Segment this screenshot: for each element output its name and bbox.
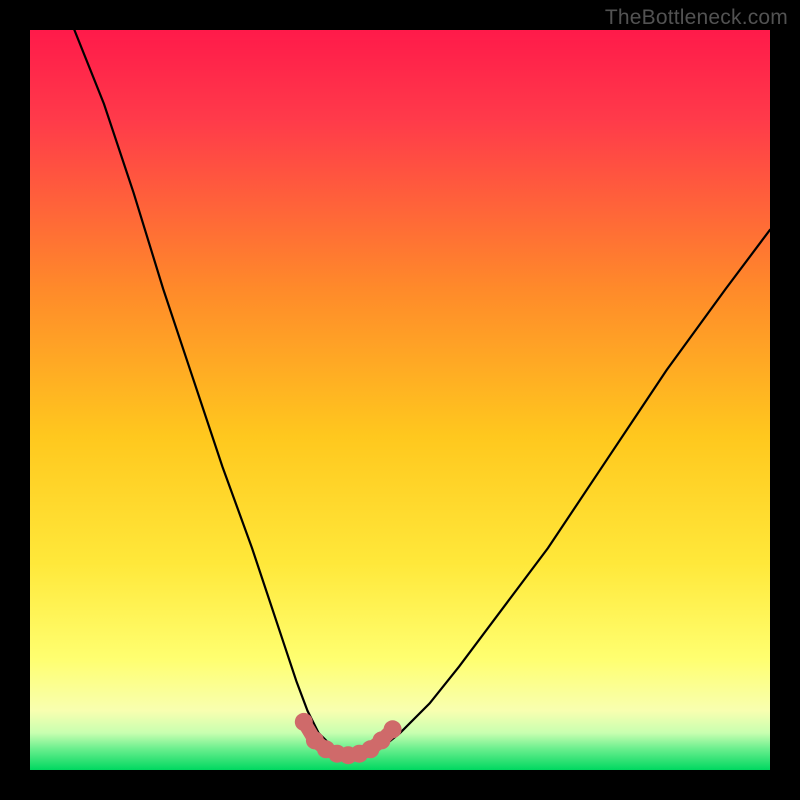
gradient-background xyxy=(30,30,770,770)
flat-marker-dot xyxy=(295,713,313,731)
plot-area xyxy=(30,30,770,770)
chart-frame: TheBottleneck.com xyxy=(0,0,800,800)
watermark-text: TheBottleneck.com xyxy=(605,6,788,30)
chart-svg xyxy=(30,30,770,770)
flat-marker-dot xyxy=(384,720,402,738)
